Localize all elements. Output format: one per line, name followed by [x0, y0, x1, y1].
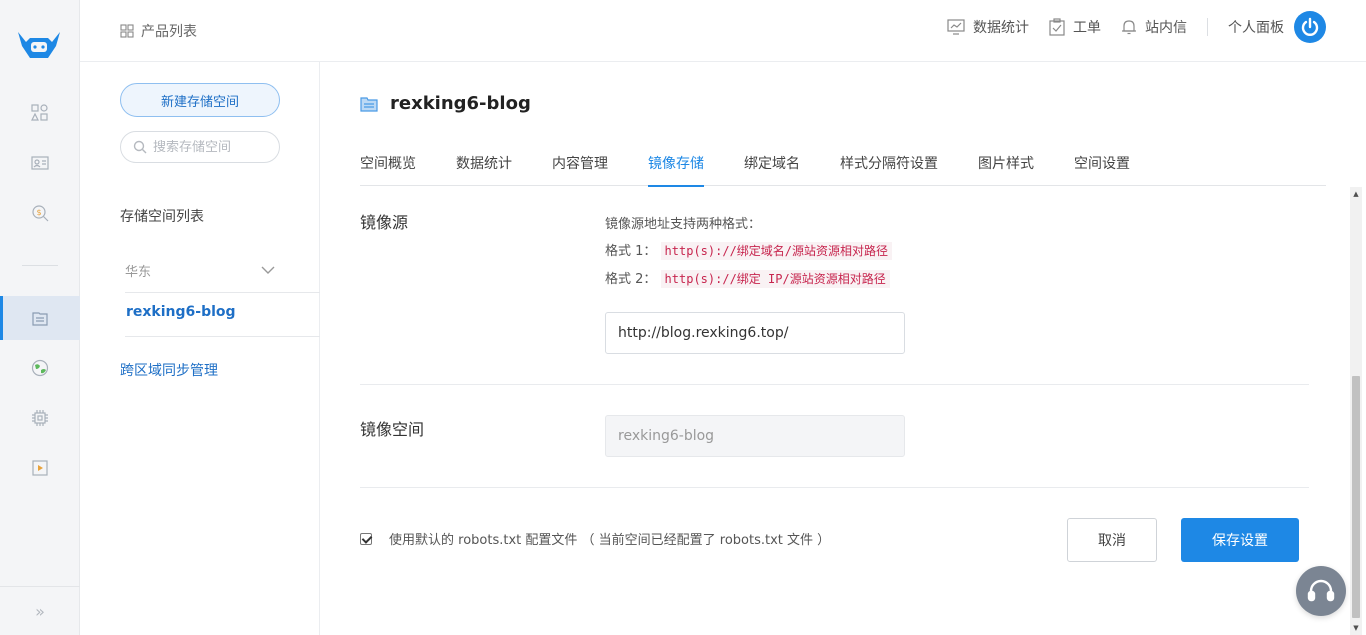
nav-messages[interactable]: 站内信 — [1121, 17, 1187, 37]
tab-image-style[interactable]: 图片样式 — [978, 143, 1034, 186]
mirror-source-label: 镜像源 — [360, 213, 409, 232]
bucket-search-input[interactable] — [153, 139, 273, 155]
clipboard-icon — [1049, 18, 1065, 36]
rail-chip-icon[interactable] — [0, 396, 80, 440]
mirror-space-input — [605, 415, 905, 457]
rail-media-icon[interactable] — [0, 446, 80, 490]
mirror-format-1: 格式 1： http(s)://绑定域名/源站资源相对路径 — [605, 240, 893, 260]
left-rail: $ » — [0, 0, 80, 635]
rail-grid-icon[interactable] — [0, 91, 80, 135]
header-nav: 数据统计 工单 站内信 个人面板 — [927, 11, 1326, 43]
rail-storage-icon[interactable] — [0, 296, 80, 340]
double-chevron-right-icon: » — [35, 601, 45, 621]
bucket-divider — [125, 336, 320, 337]
nav-ticket-label: 工单 — [1073, 20, 1101, 36]
scroll-down-arrow-icon[interactable]: ▼ — [1350, 621, 1362, 635]
robots-option: 使用默认的 robots.txt 配置文件 （ 当前空间已经配置了 robots… — [360, 529, 830, 548]
chevron-down-icon — [261, 266, 275, 274]
tab-style-separator[interactable]: 样式分隔符设置 — [840, 143, 938, 186]
search-icon — [133, 140, 147, 154]
tab-space-settings[interactable]: 空间设置 — [1074, 143, 1130, 186]
format-2-code: http(s)://绑定 IP/源站资源相对路径 — [660, 270, 890, 288]
nav-user-panel[interactable]: 个人面板 — [1228, 17, 1284, 37]
mirror-format-2: 格式 2： http(s)://绑定 IP/源站资源相对路径 — [605, 268, 890, 288]
region-label: 华东 — [125, 264, 152, 280]
top-header: 产品列表 数据统计 工单 站内信 个人面板 — [80, 0, 1366, 62]
collapse-rail-button[interactable]: » — [0, 586, 80, 635]
scrollbar[interactable]: ▲ ▼ — [1350, 187, 1362, 635]
section-divider — [360, 487, 1309, 488]
grid-icon — [120, 24, 134, 38]
nav-statistics[interactable]: 数据统计 — [947, 17, 1029, 37]
main-content: rexking6-blog 空间概览 数据统计 内容管理 镜像存储 绑定域名 样… — [320, 62, 1366, 635]
bucket-folder-icon — [360, 96, 378, 112]
region-dropdown[interactable]: 华东 — [125, 260, 275, 280]
breadcrumb-product-list[interactable]: 产品列表 — [120, 21, 197, 41]
nav-messages-label: 站内信 — [1145, 20, 1187, 36]
power-icon — [1301, 17, 1319, 36]
cancel-button[interactable]: 取消 — [1067, 518, 1157, 562]
bucket-panel: 新建存储空间 存储空间列表 华东 rexking6-blog 跨区域同步管理 — [80, 62, 320, 635]
section-divider — [360, 384, 1309, 385]
format-1-code: http(s)://绑定域名/源站资源相对路径 — [660, 242, 893, 260]
tab-mirror-storage[interactable]: 镜像存储 — [648, 143, 704, 187]
user-panel-label: 个人面板 — [1228, 20, 1284, 36]
scroll-up-arrow-icon[interactable]: ▲ — [1350, 187, 1362, 201]
mirror-space-label: 镜像空间 — [360, 420, 425, 439]
bucket-title-row: rexking6-blog — [360, 93, 531, 114]
save-settings-button[interactable]: 保存设置 — [1181, 518, 1299, 562]
rail-globe-icon[interactable] — [0, 346, 80, 390]
tab-bind-domain[interactable]: 绑定域名 — [744, 143, 800, 186]
bucket-search[interactable] — [120, 131, 280, 163]
nav-statistics-label: 数据统计 — [973, 20, 1029, 36]
rail-id-card-icon[interactable] — [0, 141, 80, 185]
svg-text:$: $ — [37, 208, 42, 217]
bucket-tabs: 空间概览 数据统计 内容管理 镜像存储 绑定域名 样式分隔符设置 图片样式 空间… — [360, 143, 1326, 187]
bucket-item-rexking6-blog[interactable]: rexking6-blog — [126, 304, 236, 320]
mirror-source-desc-title: 镜像源地址支持两种格式： — [605, 217, 762, 232]
bell-icon — [1122, 20, 1136, 35]
tab-statistics[interactable]: 数据统计 — [456, 143, 512, 186]
customer-support-button[interactable] — [1296, 566, 1346, 616]
header-separator — [1207, 18, 1208, 36]
format-2-label: 格式 2： — [605, 272, 657, 287]
cross-region-sync-link[interactable]: 跨区域同步管理 — [120, 360, 218, 380]
avatar[interactable] — [1294, 11, 1326, 43]
rail-dollar-search-icon[interactable]: $ — [0, 191, 80, 235]
new-bucket-button[interactable]: 新建存储空间 — [120, 83, 280, 117]
page-title: rexking6-blog — [390, 93, 531, 114]
format-1-label: 格式 1： — [605, 244, 657, 259]
rail-divider — [22, 265, 58, 266]
tab-content-management[interactable]: 内容管理 — [552, 143, 608, 186]
scroll-thumb[interactable] — [1352, 376, 1360, 618]
region-divider — [125, 292, 320, 293]
bull-logo-icon[interactable] — [16, 28, 62, 62]
robots-checkbox[interactable] — [360, 532, 372, 545]
breadcrumb-label: 产品列表 — [141, 24, 197, 40]
mirror-source-input[interactable] — [605, 312, 905, 354]
bucket-list-title: 存储空间列表 — [120, 209, 204, 225]
nav-ticket[interactable]: 工单 — [1049, 17, 1101, 37]
headset-icon — [1307, 579, 1335, 602]
robots-checkbox-label: 使用默认的 robots.txt 配置文件 （ 当前空间已经配置了 robots… — [389, 533, 831, 548]
chart-icon — [947, 19, 965, 35]
tab-overview[interactable]: 空间概览 — [360, 143, 416, 186]
